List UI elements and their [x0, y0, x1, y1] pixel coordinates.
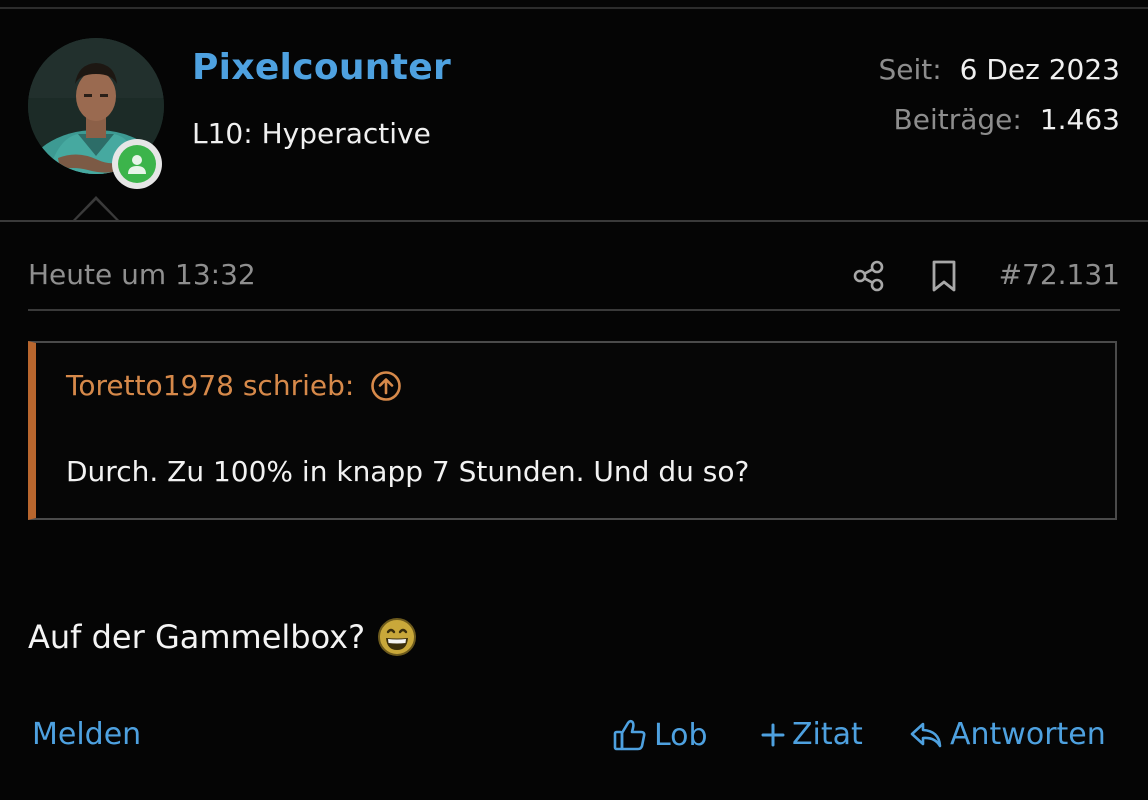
report-label: Melden: [32, 717, 142, 752]
quote-text: Durch. Zu 100% in knapp 7 Stunden. Und d…: [66, 455, 750, 488]
header-pointer-inner: [75, 200, 117, 221]
arrow-up-circle-icon: [371, 370, 402, 401]
member-since-value: 6 Dez 2023: [959, 53, 1120, 86]
bookmark-button[interactable]: [928, 258, 960, 294]
share-icon: [853, 260, 884, 292]
share-button[interactable]: [852, 258, 886, 294]
plus-icon: [761, 723, 785, 746]
thumbs-up-icon: [613, 719, 646, 751]
member-since-label: Seit:: [878, 53, 942, 86]
header-divider: [0, 220, 1148, 222]
user-title: L10: Hyperactive: [192, 117, 431, 150]
reply-button[interactable]: Antworten: [908, 717, 1106, 752]
report-button[interactable]: Melden: [32, 717, 141, 752]
member-since: Seit: 6 Dez 2023: [878, 53, 1120, 86]
post-count-value[interactable]: 1.463: [1040, 103, 1120, 136]
post-count-label: Beiträge:: [893, 103, 1022, 136]
post-count: Beiträge: 1.463: [894, 103, 1120, 136]
bookmark-icon: [932, 260, 956, 292]
post-number-link[interactable]: #72.131: [999, 258, 1120, 291]
online-status-badge: [112, 139, 162, 189]
reply-icon: [910, 722, 942, 747]
user-header: Pixelcounter L10: Hyperactive Seit: 6 De…: [0, 9, 1148, 221]
username-link[interactable]: Pixelcounter: [192, 47, 451, 88]
reply-label: Antworten: [950, 717, 1106, 752]
quote-author-label: Toretto1978 schrieb:: [66, 369, 355, 402]
quote-label: Zitat: [792, 717, 863, 752]
post-date[interactable]: Heute um 13:32: [28, 258, 256, 291]
post-body-text: Auf der Gammelbox?: [28, 618, 366, 656]
like-button[interactable]: Lob: [612, 717, 708, 753]
grin-smiley-icon: [378, 618, 417, 656]
quote-author-link[interactable]: Toretto1978 schrieb:: [66, 369, 402, 402]
post-body: Auf der Gammelbox?: [28, 617, 417, 657]
user-online-icon: [128, 155, 146, 174]
quote-button[interactable]: Zitat: [760, 717, 863, 752]
meta-divider: [28, 309, 1120, 311]
like-label: Lob: [654, 717, 708, 753]
quote-block: Toretto1978 schrieb: Durch. Zu 100% in k…: [28, 341, 1117, 520]
